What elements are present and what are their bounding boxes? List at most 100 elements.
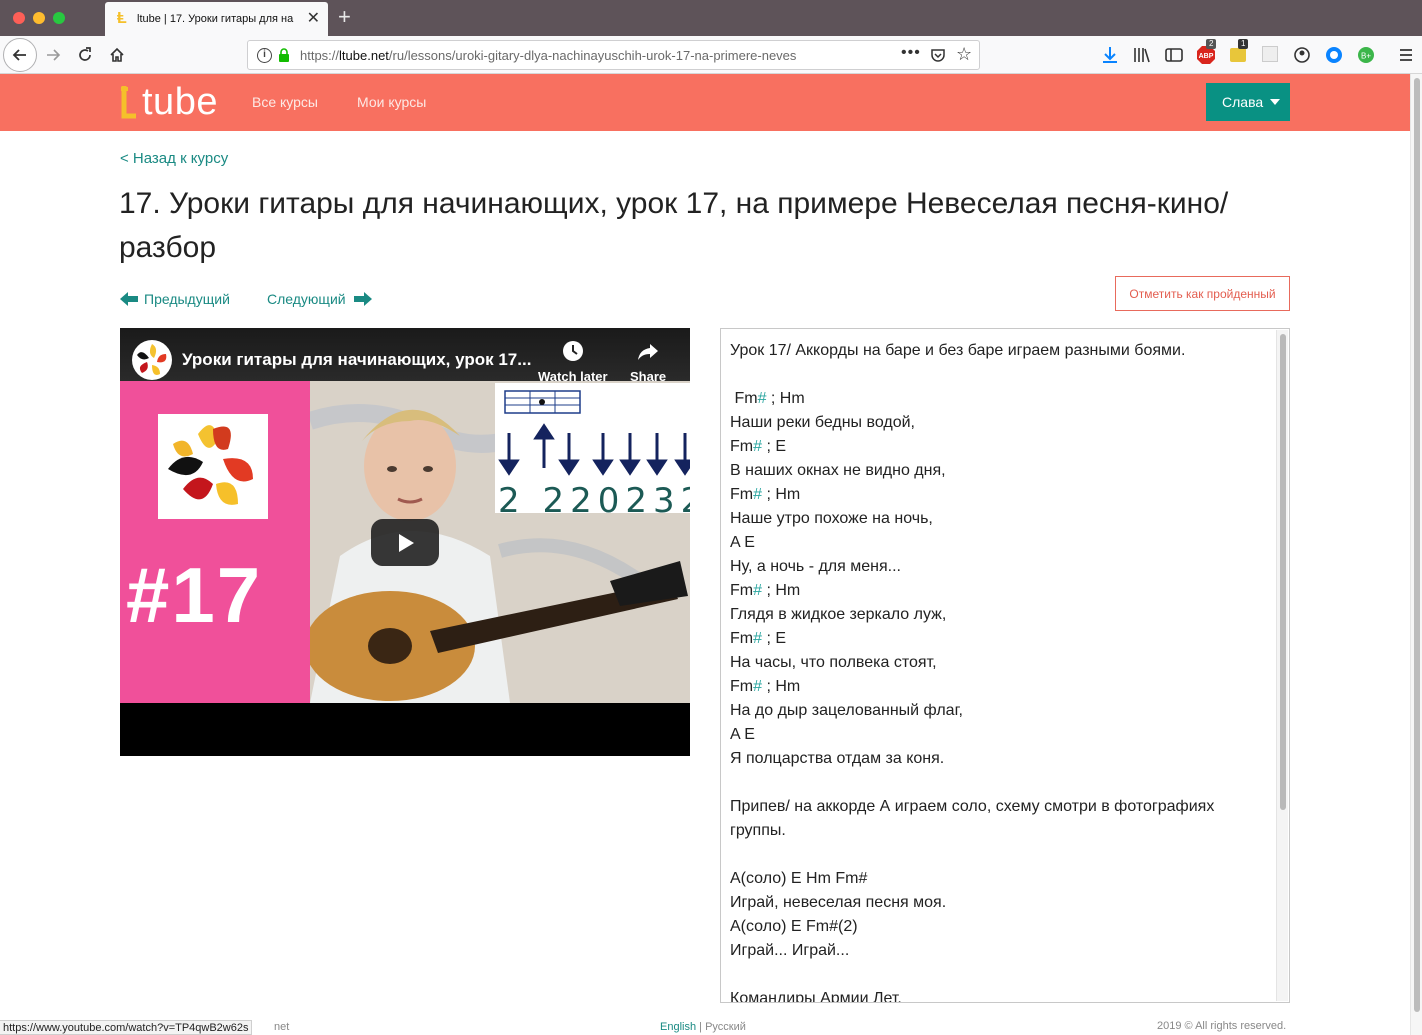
lyric-line: Играй, невеселая песня моя. [730, 894, 947, 911]
browser-tab-bar: Ⱡ ltube | 17. Уроки гитары для на ✕ + [0, 0, 1422, 36]
lyric-line: A(соло) E Fm#(2) [730, 918, 858, 935]
url-host: ltube.net [339, 48, 389, 63]
previous-lesson-link[interactable]: Предыдущий [120, 291, 230, 307]
sharp-sign: # [753, 582, 763, 599]
info-icon[interactable]: i [257, 48, 272, 63]
extension-square-icon [1230, 48, 1246, 62]
sharp-sign: # [753, 630, 763, 647]
ltube-favicon-icon: Ⱡ [117, 10, 127, 27]
lang-separator: | [696, 1021, 706, 1033]
guitar-picks-logo [158, 414, 268, 519]
caret-down-icon [1270, 99, 1280, 105]
lock-icon[interactable] [278, 48, 290, 63]
nav-my-courses[interactable]: Мои курсы [357, 94, 426, 110]
sidebar-icon[interactable] [1164, 45, 1184, 65]
pocket-icon[interactable] [930, 47, 946, 63]
lyric-line: Урок 17/ Аккорды на баре и без баре игра… [730, 342, 1186, 359]
next-lesson-link[interactable]: Следующий [267, 291, 372, 307]
library-icon[interactable] [1132, 45, 1152, 65]
home-button[interactable] [102, 40, 132, 70]
language-switcher: English | Русский [660, 1021, 746, 1033]
download-icon[interactable] [1100, 45, 1120, 65]
sharp-sign: # [757, 390, 767, 407]
lang-russian[interactable]: Русский [705, 1021, 746, 1033]
back-button[interactable] [3, 38, 37, 72]
zoom-window-button[interactable] [53, 12, 65, 24]
watch-later-button[interactable]: Watch later [538, 340, 608, 384]
video-player[interactable]: #17 2 220232 Уроки гитары для начинающих… [120, 328, 690, 756]
lyric-line: Командиры Армии Лет. [730, 990, 902, 1003]
lyric-line: Fm# ; Hm [730, 678, 801, 695]
site-header: tube Все курсы Мои курсы Слава [0, 74, 1410, 131]
lyric-line: Я полцарства отдам за коня. [730, 750, 945, 767]
lyrics-scrollbar[interactable] [1276, 330, 1288, 1001]
menu-icon[interactable] [1396, 45, 1416, 65]
lyric-line: Глядя в жидкое зеркало луж, [730, 606, 947, 623]
clock-icon [562, 341, 583, 361]
logo-mark-icon [121, 86, 136, 119]
mark-completed-button[interactable]: Отметить как пройденный [1115, 276, 1290, 311]
lyric-line [730, 843, 1270, 867]
video-title[interactable]: Уроки гитары для начинающих, урок 17... [182, 350, 531, 370]
footer-net: net [274, 1021, 290, 1033]
arrow-left-icon [120, 292, 138, 306]
watch-later-label: Watch later [538, 369, 608, 384]
url-text[interactable]: https://ltube.net/ru/lessons/uroki-gitar… [300, 48, 860, 63]
sharp-sign: # [753, 678, 763, 695]
lyric-line [730, 771, 1270, 795]
star-icon[interactable]: ☆ [956, 44, 972, 65]
picks-illustration [168, 425, 253, 505]
more-dots-icon[interactable]: ••• [901, 44, 921, 62]
adblock-icon[interactable]: ABP 2 [1196, 39, 1217, 65]
user-name: Слава [1222, 94, 1264, 110]
close-window-button[interactable] [13, 12, 25, 24]
svg-text:ABP: ABP [1199, 53, 1214, 60]
url-path: /ru/lessons/uroki-gitary-dlya-nachinayus… [388, 48, 797, 63]
sharp-sign: # [753, 486, 763, 503]
reload-icon [79, 47, 91, 61]
extension-icon[interactable]: 1 [1228, 39, 1249, 65]
channel-avatar[interactable] [132, 340, 172, 380]
lyric-line: A(соло) E Hm Fm# [730, 870, 868, 887]
forward-button[interactable] [38, 40, 68, 70]
lyric-line: На до дыр зацелованный флаг, [730, 702, 963, 719]
lyric-line: Припев/ на аккорде А играем соло, схему … [730, 798, 1219, 839]
lyric-line: Играй... Играй... [730, 942, 850, 959]
lesson-title: 17. Уроки гитары для начинающих, урок 17… [119, 187, 1229, 264]
share-button[interactable]: Share [630, 340, 666, 384]
user-menu-button[interactable]: Слава [1206, 83, 1290, 121]
tab-title: ltube | 17. Уроки гитары для на [137, 13, 294, 25]
channel-logo-icon [133, 341, 171, 379]
reload-button[interactable] [70, 40, 100, 70]
browser-tab[interactable]: Ⱡ ltube | 17. Уроки гитары для на ✕ [105, 2, 328, 36]
sync-icon[interactable] [1324, 45, 1344, 65]
page-scrollbar-thumb[interactable] [1414, 78, 1420, 1012]
lyric-line [730, 363, 1270, 387]
lyric-line: На часы, что полвека стоят, [730, 654, 937, 671]
grid-extension-icon[interactable] [1262, 46, 1278, 62]
nav-all-courses[interactable]: Все курсы [252, 94, 318, 110]
close-tab-icon[interactable]: ✕ [307, 11, 320, 27]
address-bar[interactable]: i https://ltube.net/ru/lessons/uroki-git… [247, 40, 980, 70]
back-to-course-link[interactable]: < Назад к курсу [120, 150, 228, 167]
forward-arrow-icon [47, 49, 61, 61]
lyrics-scrollbar-thumb[interactable] [1280, 334, 1286, 810]
url-prefix: https:// [300, 48, 340, 63]
minimize-window-button[interactable] [33, 12, 45, 24]
browser-toolbar: i https://ltube.net/ru/lessons/uroki-git… [0, 36, 1422, 74]
lesson-description-box[interactable]: Урок 17/ Аккорды на баре и без баре игра… [720, 328, 1290, 1003]
green-extension-icon[interactable]: B+ [1356, 45, 1376, 65]
lang-english[interactable]: English [660, 1021, 696, 1033]
page-scrollbar[interactable] [1410, 74, 1422, 1035]
account-icon[interactable] [1292, 45, 1312, 65]
extension-badge: 1 [1238, 39, 1249, 49]
lyric-line: A E [730, 534, 755, 551]
copyright: 2019 © All rights reserved. [1157, 1020, 1287, 1032]
logo-text: tube [142, 81, 218, 123]
new-tab-button[interactable]: + [338, 5, 351, 29]
adblock-badge: 2 [1206, 39, 1217, 49]
share-label: Share [630, 369, 667, 384]
lyric-line: Ну, а ночь - для меня... [730, 558, 901, 575]
tab-numbers: 2 220232 [498, 481, 690, 521]
play-icon [399, 534, 414, 552]
